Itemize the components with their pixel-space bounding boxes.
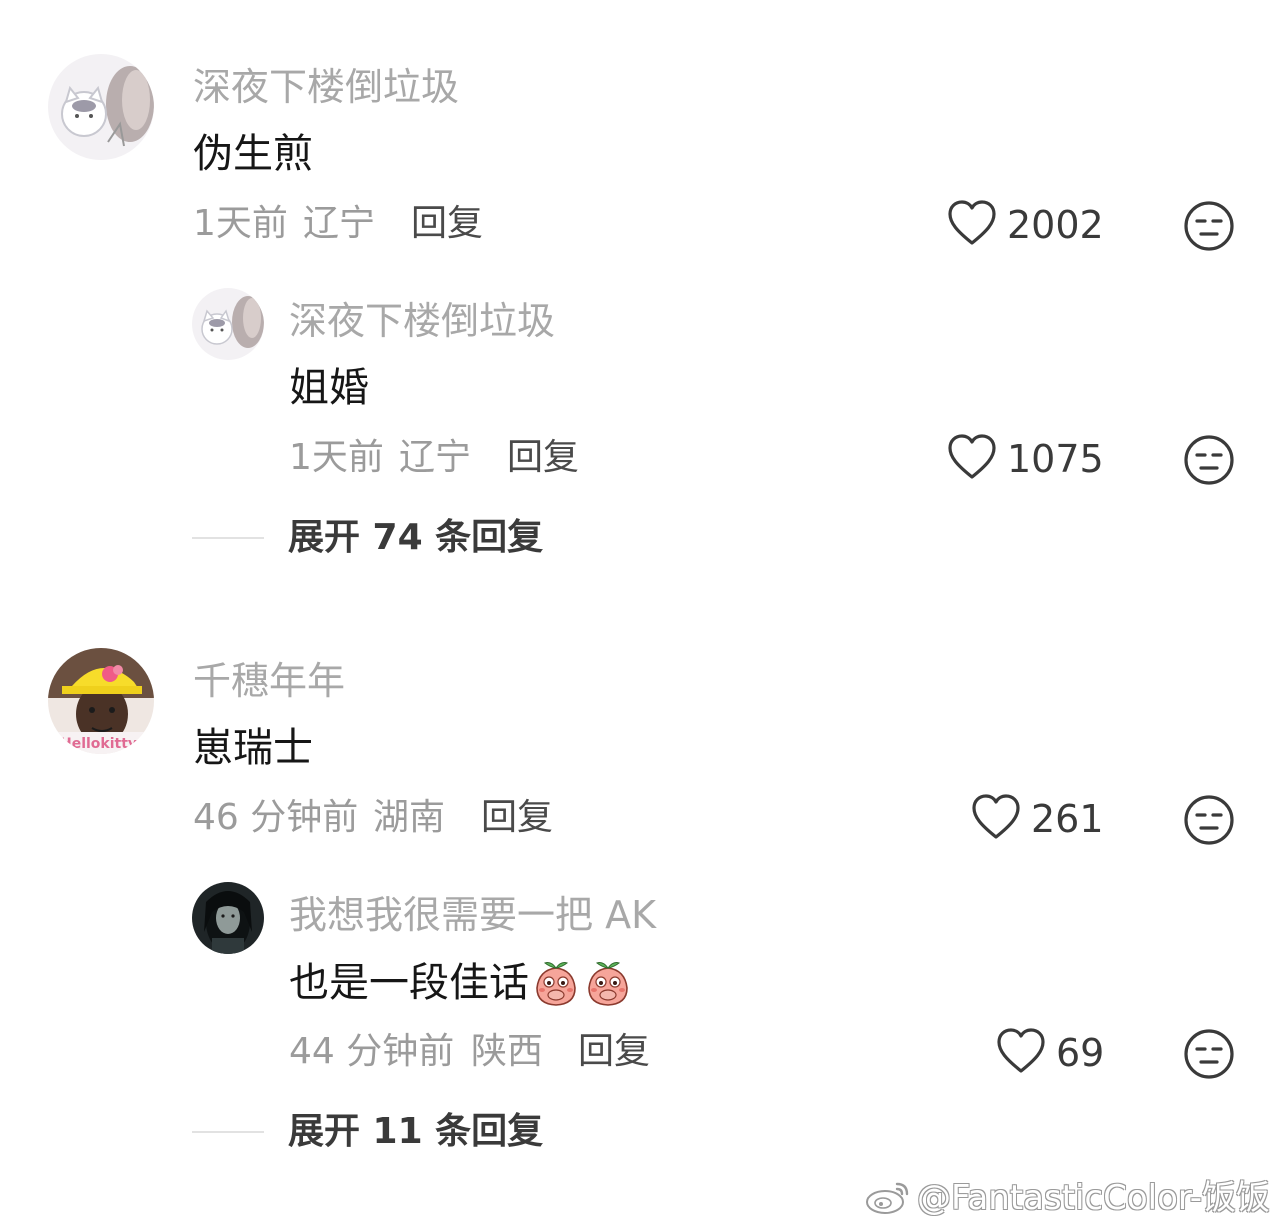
comment-location: 湖南 [373, 797, 446, 838]
like-count: 69 [1056, 1031, 1105, 1075]
like-button[interactable]: 69 [996, 1028, 1104, 1078]
meh-face-icon [1183, 1028, 1235, 1080]
like-button[interactable]: 2002 [947, 200, 1104, 250]
reply-text-content: 也是一段佳话 [289, 960, 529, 1006]
heart-outline-icon [971, 793, 1021, 845]
reply-text: 姐婚 [289, 365, 369, 411]
dislike-button[interactable] [1183, 794, 1235, 846]
expand-replies-button[interactable]: 展开 11 条回复 [192, 1114, 543, 1150]
heart-outline-icon [947, 433, 997, 485]
meh-face-icon [1183, 200, 1235, 252]
watermark-text: @FantasticColor-饭饭 [916, 1178, 1270, 1218]
expand-replies-label: 展开 11 条回复 [288, 1111, 544, 1152]
dislike-button[interactable] [1183, 434, 1235, 486]
dislike-button[interactable] [1183, 200, 1235, 252]
comment-text: 崽瑞士 [193, 725, 313, 771]
reply-username[interactable]: 我想我很需要一把 AK [289, 896, 656, 934]
comment-username[interactable]: 深夜下楼倒垃圾 [193, 68, 459, 106]
divider [192, 537, 264, 539]
weibo-logo-icon [863, 1176, 917, 1220]
like-button[interactable]: 261 [971, 794, 1104, 844]
reply-button[interactable]: 回复 [411, 206, 483, 242]
expand-replies-label: 展开 74 条回复 [288, 517, 544, 558]
avatar[interactable] [48, 54, 154, 160]
avatar-text: Hellokitty [60, 736, 137, 752]
reply-button[interactable]: 回复 [578, 1034, 650, 1070]
reply-button[interactable]: 回复 [507, 440, 579, 476]
like-button[interactable]: 1075 [947, 434, 1104, 484]
divider [192, 1131, 264, 1133]
comment-time: 1天前 [193, 203, 288, 244]
comment-location: 辽宁 [303, 203, 376, 244]
meh-face-icon [1183, 794, 1235, 846]
comment-time: 46 分钟前 [193, 797, 359, 838]
reply-text: 也是一段佳话 [289, 958, 633, 1008]
reply-username[interactable]: 深夜下楼倒垃圾 [289, 302, 555, 340]
peach-emoji-icon [583, 958, 633, 1008]
peach-emoji-icon [531, 958, 581, 1008]
reply-time: 44 分钟前 [289, 1031, 455, 1072]
avatar[interactable] [192, 288, 264, 360]
comment-text: 伪生煎 [193, 131, 313, 177]
expand-replies-button[interactable]: 展开 74 条回复 [192, 520, 543, 556]
reply-location: 辽宁 [399, 437, 472, 478]
meh-face-icon [1183, 434, 1235, 486]
avatar[interactable]: Hellokitty [48, 648, 154, 754]
like-count: 1075 [1007, 437, 1104, 481]
heart-outline-icon [947, 199, 997, 251]
reply-location: 陕西 [471, 1031, 544, 1072]
heart-outline-icon [996, 1027, 1046, 1079]
like-count: 2002 [1007, 203, 1104, 247]
watermark: @FantasticColor-饭饭 [863, 1176, 1270, 1220]
reply-button[interactable]: 回复 [481, 800, 553, 836]
like-count: 261 [1031, 797, 1104, 841]
reply-time: 1天前 [289, 437, 384, 478]
dislike-button[interactable] [1183, 1028, 1235, 1080]
avatar[interactable] [192, 882, 264, 954]
comment-username[interactable]: 千穗年年 [193, 662, 345, 700]
